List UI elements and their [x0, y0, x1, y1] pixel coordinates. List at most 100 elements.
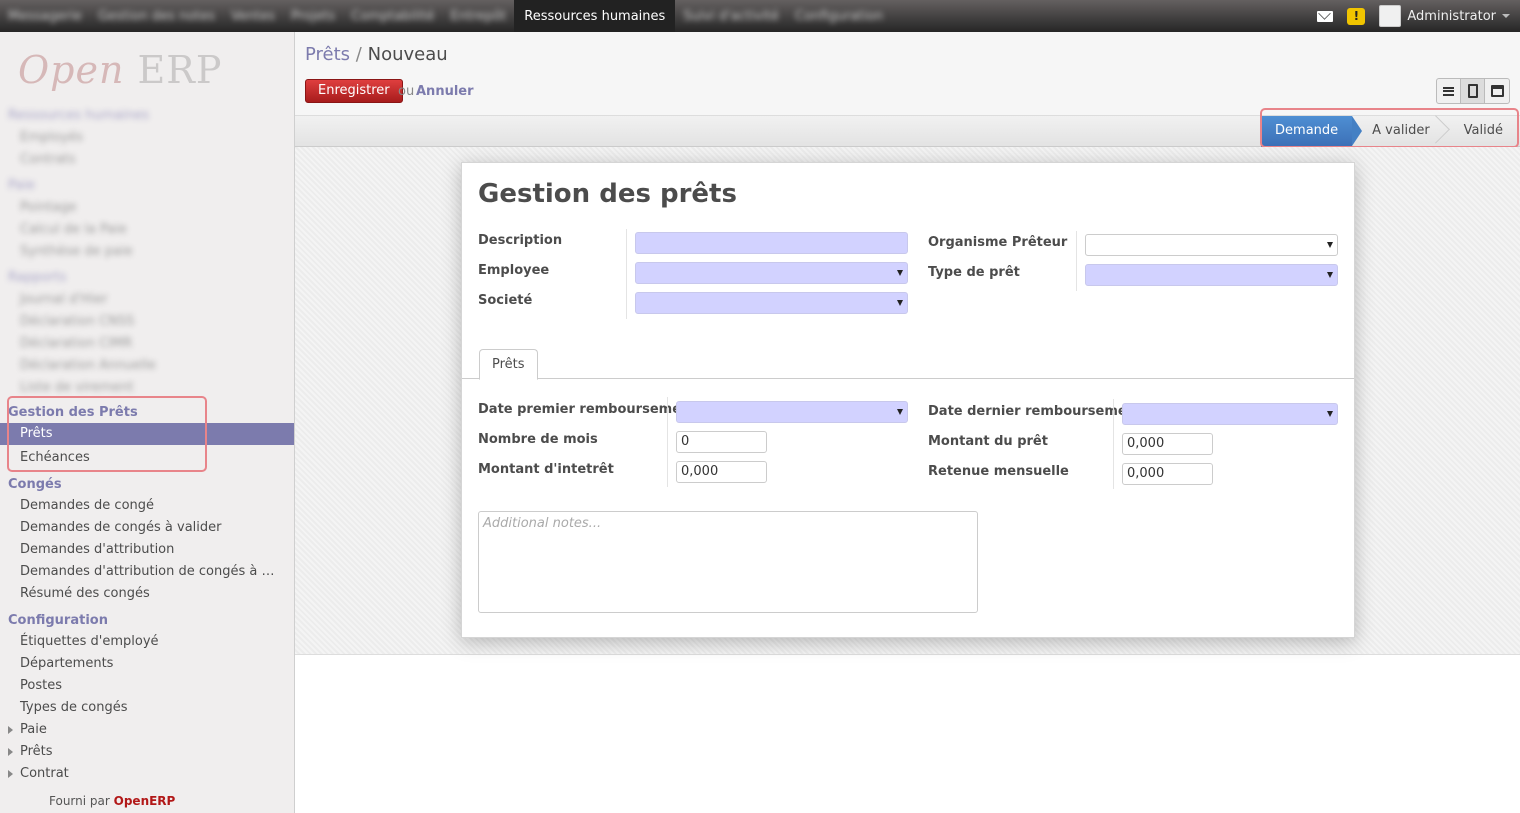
interest-input[interactable]: 0,000 [676, 461, 767, 483]
mail-icon[interactable] [1317, 10, 1334, 22]
loan-type-select[interactable] [1085, 264, 1338, 286]
divider [667, 397, 668, 487]
employee-select[interactable] [635, 262, 908, 284]
sidebar-item-types-conges[interactable]: Types de congés [20, 700, 128, 715]
company-select[interactable] [635, 292, 908, 314]
top-menu-item[interactable]: Suivi d'activité [675, 0, 787, 32]
sidebar-blurred-item[interactable]: Déclaration CIMR [20, 336, 132, 351]
view-switcher [1436, 78, 1510, 104]
sidebar-blurred-item[interactable]: Contrats [20, 152, 76, 167]
sidebar-blurred-item[interactable]: Pointage [20, 200, 77, 215]
monthly-input[interactable]: 0,000 [1122, 463, 1213, 485]
sidebar-item-demandes-attribution[interactable]: Demandes d'attribution [20, 542, 174, 557]
top-menu-item[interactable]: Messagerie [0, 0, 90, 32]
sidebar-item-paie[interactable]: Paie [20, 722, 47, 737]
powered-by: Fourni par OpenERP [49, 794, 176, 808]
top-menu-item[interactable]: Comptabilité [343, 0, 442, 32]
top-menu-item[interactable]: Projets [283, 0, 343, 32]
notes-textarea[interactable]: Additional notes... [478, 511, 978, 613]
top-menu: Messagerie Gestion des notes Ventes Proj… [0, 0, 891, 32]
label-monthly: Retenue mensuelle [928, 464, 1069, 479]
list-icon [1443, 86, 1454, 96]
dropdown-icon [897, 409, 903, 415]
dropdown-icon [897, 270, 903, 276]
breadcrumb-current: Nouveau [367, 44, 448, 65]
top-menu-item[interactable]: Entrepôt [442, 0, 514, 32]
warning-icon[interactable]: ! [1347, 7, 1366, 25]
label-months: Nombre de mois [478, 432, 598, 447]
calendar-icon [1490, 85, 1504, 97]
highlight-box [7, 396, 207, 472]
tab-prets[interactable]: Prêts [479, 349, 538, 380]
expand-triangle-icon[interactable] [8, 726, 13, 734]
breadcrumb-separator: / [355, 44, 362, 65]
sidebar-item-resume-conges[interactable]: Résumé des congés [20, 586, 150, 601]
save-button[interactable]: Enregistrer [305, 79, 403, 103]
sidebar-item-etiquettes[interactable]: Étiquettes d'employé [20, 634, 159, 649]
sidebar-blurred-item[interactable]: Déclaration CNSS [20, 314, 134, 329]
top-right: ! Administrator [1317, 0, 1520, 32]
first-date-select[interactable] [676, 401, 908, 423]
sidebar-blurred-item[interactable]: Déclaration Annuelle [20, 358, 156, 373]
top-menu-item[interactable]: Gestion des notes [90, 0, 223, 32]
openerp-logo: Open ERP [18, 48, 223, 92]
expand-triangle-icon[interactable] [8, 748, 13, 756]
top-menu-item[interactable]: Ventes [223, 0, 283, 32]
sidebar-blurred-item[interactable]: Synthèse de paie [20, 244, 133, 259]
divider [1076, 231, 1077, 291]
expand-triangle-icon[interactable] [8, 770, 13, 778]
label-first-date: Date premier remboursement [478, 402, 697, 417]
user-menu[interactable]: Administrator [1379, 5, 1510, 27]
label-interest: Montant d'intetrêt [478, 462, 614, 477]
label-loan-type: Type de prêt [928, 265, 1020, 280]
form-sheet: Gestion des prêts Description Employee S… [461, 162, 1355, 638]
dropdown-icon [1327, 242, 1333, 248]
sidebar-blurred-head[interactable]: Ressources humaines [8, 108, 149, 123]
calendar-view-button[interactable] [1485, 79, 1509, 103]
description-input[interactable] [635, 232, 908, 254]
label-company: Societé [478, 293, 533, 308]
last-date-select[interactable] [1122, 403, 1338, 425]
form-title: Gestion des prêts [478, 179, 737, 209]
divider [626, 229, 627, 319]
sidebar-blurred-head[interactable]: Paie [8, 178, 35, 193]
tab-line [462, 378, 1354, 379]
cancel-button[interactable]: Annuler [416, 84, 474, 99]
sidebar-blurred-item[interactable]: Employés [20, 130, 83, 145]
dropdown-icon [1327, 272, 1333, 278]
sidebar-item-conges-a-valider[interactable]: Demandes de congés à valider [20, 520, 222, 535]
sidebar-blurred-item[interactable]: Journal d'Hier [20, 292, 108, 307]
amount-input[interactable]: 0,000 [1122, 433, 1213, 455]
sidebar-item-postes[interactable]: Postes [20, 678, 62, 693]
user-name: Administrator [1407, 8, 1496, 24]
list-view-button[interactable] [1437, 79, 1461, 103]
sidebar-head-configuration[interactable]: Configuration [8, 613, 108, 628]
lender-select[interactable] [1085, 234, 1338, 256]
sidebar-blurred-item[interactable]: Calcul de la Paie [20, 222, 127, 237]
months-input[interactable]: 0 [676, 431, 767, 453]
top-menu-item[interactable]: Configuration [787, 0, 891, 32]
dropdown-icon [897, 300, 903, 306]
sidebar-blurred-item[interactable]: Liste de virement [20, 380, 134, 395]
highlight-box [1260, 108, 1519, 148]
sidebar-item-prets-folder[interactable]: Prêts [20, 744, 53, 759]
divider [1113, 399, 1114, 489]
sidebar-item-contrat[interactable]: Contrat [20, 766, 69, 781]
view-header: Prêts / Nouveau Enregistrer ou Annuler [295, 32, 1520, 116]
openerp-link[interactable]: OpenERP [114, 794, 176, 808]
label-employee: Employee [478, 263, 550, 278]
chevron-down-icon [1502, 14, 1510, 18]
avatar [1379, 5, 1402, 27]
sidebar-item-demandes-conge[interactable]: Demandes de congé [20, 498, 154, 513]
label-last-date: Date dernier remboursement [928, 404, 1143, 419]
or-text: ou [398, 84, 415, 99]
sidebar-item-departements[interactable]: Départements [20, 656, 113, 671]
breadcrumb-parent[interactable]: Prêts [305, 44, 350, 65]
top-bar: Messagerie Gestion des notes Ventes Proj… [0, 0, 1520, 32]
sidebar-item-attribution-a-valider[interactable]: Demandes d'attribution de congés à … [20, 564, 274, 579]
label-lender: Organisme Prêteur [928, 235, 1068, 250]
sidebar-head-conges[interactable]: Congés [8, 477, 62, 492]
form-view-button[interactable] [1461, 79, 1485, 103]
sidebar-blurred-head[interactable]: Rapports [8, 270, 66, 285]
top-menu-item-rh[interactable]: Ressources humaines [514, 0, 676, 32]
